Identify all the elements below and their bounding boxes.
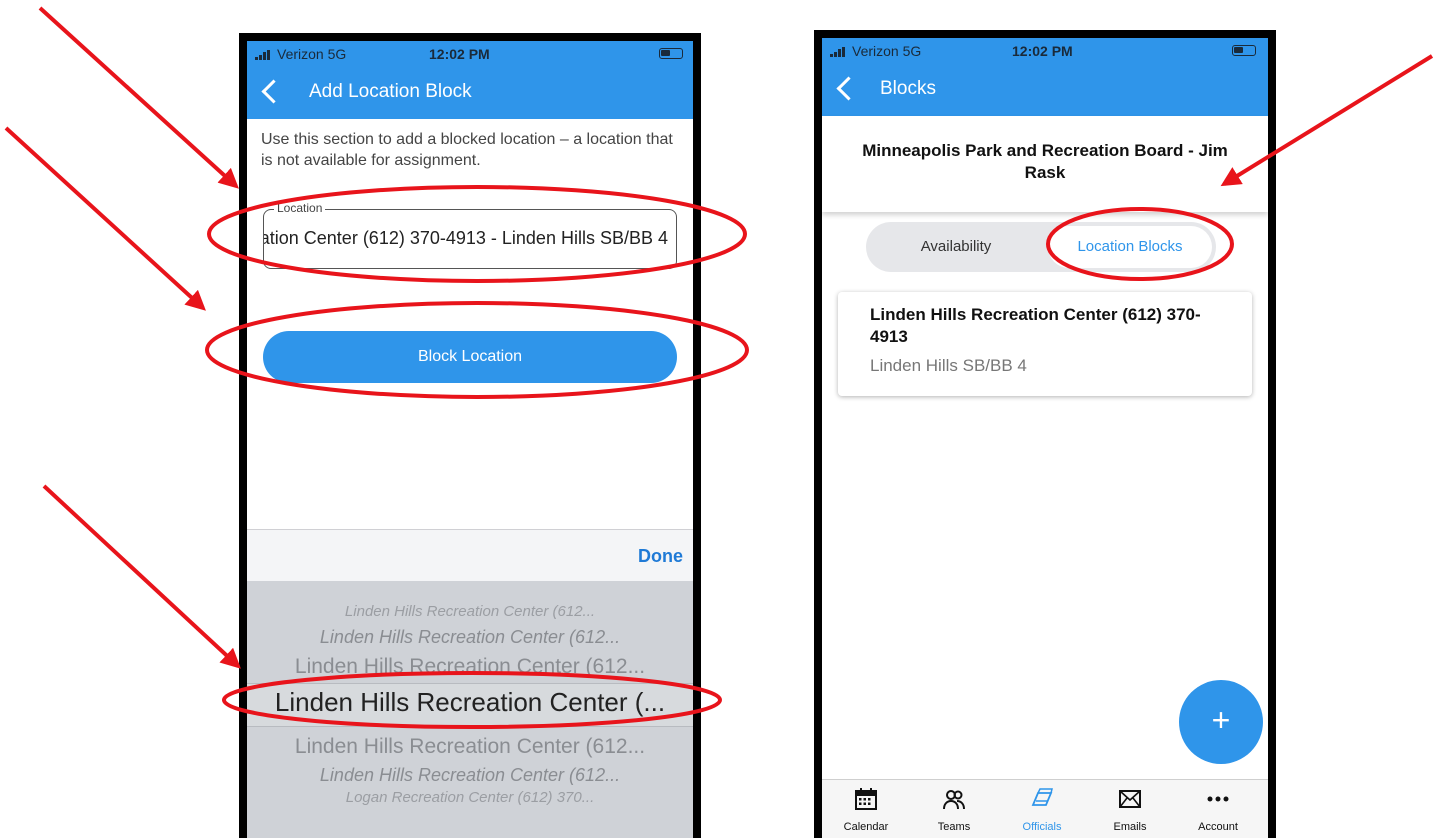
- location-field[interactable]: Location Linden Hills Recreation Center …: [263, 201, 677, 269]
- annotation-arrow: [4, 126, 206, 311]
- picker-toolbar: Done: [247, 529, 693, 582]
- tab-label: Teams: [937, 821, 971, 833]
- block-location-button[interactable]: Block Location: [263, 331, 677, 383]
- add-block-button[interactable]: +: [1179, 680, 1263, 764]
- page-title: Blocks: [880, 78, 936, 99]
- block-card-title: Linden Hills Recreation Center (612) 370…: [870, 305, 1201, 346]
- done-button[interactable]: Done: [638, 546, 683, 567]
- tab-label: Emails: [1113, 821, 1147, 833]
- picker-item[interactable]: Linden Hills Recreation Center (612...: [247, 735, 693, 759]
- right-phone-screen: Verizon 5G 12:02 PM Blocks Minneapolis P…: [822, 38, 1268, 838]
- battery-icon: [1232, 45, 1256, 56]
- chevron-left-icon: [261, 79, 286, 104]
- tab-teams[interactable]: Teams: [910, 780, 998, 838]
- more-icon: [1207, 796, 1229, 802]
- picker-item[interactable]: Logan Recreation Center (612) 370...: [247, 789, 693, 806]
- tab-availability[interactable]: Availability: [866, 222, 1046, 272]
- envelope-icon: [1119, 790, 1141, 808]
- nav-bar: Blocks: [822, 64, 1268, 116]
- whistle-icon: [1031, 788, 1053, 806]
- page-title: Add Location Block: [309, 81, 472, 102]
- tab-label: Calendar: [843, 821, 889, 833]
- status-time: 12:02 PM: [1012, 43, 1073, 59]
- picker-item[interactable]: Linden Hills Recreation Center (612...: [247, 765, 693, 786]
- tab-officials[interactable]: Officials: [998, 780, 1086, 838]
- battery-icon: [659, 48, 683, 59]
- segmented-control: Availability Location Blocks: [866, 222, 1216, 272]
- picker-item-selected[interactable]: Linden Hills Recreation Center (...: [247, 687, 693, 718]
- status-time: 12:02 PM: [429, 46, 490, 62]
- status-bar: Verizon 5G 12:02 PM: [822, 38, 1268, 64]
- bottom-tab-bar: Calendar Teams Officials Emails Account: [822, 779, 1268, 838]
- nav-bar: Add Location Block: [247, 67, 693, 119]
- carrier-label: Verizon 5G: [277, 46, 347, 62]
- picker-item[interactable]: Linden Hills Recreation Center (612...: [247, 627, 693, 648]
- tab-emails[interactable]: Emails: [1086, 780, 1174, 838]
- annotation-arrow: [42, 484, 241, 669]
- location-block-card[interactable]: Linden Hills Recreation Center (612) 370…: [838, 292, 1252, 396]
- chevron-left-icon: [836, 76, 861, 101]
- organization-header: Minneapolis Park and Recreation Board - …: [822, 116, 1268, 212]
- signal-icon: [830, 47, 848, 57]
- picker-item[interactable]: Linden Hills Recreation Center (612...: [247, 603, 693, 620]
- tab-label: Officials: [1022, 821, 1062, 833]
- annotation-arrow: [38, 6, 239, 189]
- block-card-subtitle: Linden Hills SB/BB 4: [870, 356, 1027, 375]
- tab-account[interactable]: Account: [1174, 780, 1262, 838]
- tab-calendar[interactable]: Calendar: [822, 780, 910, 838]
- back-button[interactable]: [259, 77, 286, 107]
- carrier-label: Verizon 5G: [852, 43, 922, 59]
- teams-icon: [943, 790, 965, 810]
- signal-icon: [255, 50, 273, 60]
- calendar-icon: [855, 788, 877, 810]
- tab-label: Account: [1198, 821, 1238, 833]
- back-button[interactable]: [834, 74, 861, 104]
- tab-location-blocks[interactable]: Location Blocks: [1048, 226, 1212, 268]
- picker-item[interactable]: Linden Hills Recreation Center (612...: [247, 655, 693, 679]
- location-picker[interactable]: Linden Hills Recreation Center (612... L…: [247, 581, 693, 838]
- intro-text: Use this section to add a blocked locati…: [261, 131, 673, 169]
- location-field-label: Location: [274, 201, 326, 215]
- right-phone-frame: Verizon 5G 12:02 PM Blocks Minneapolis P…: [814, 30, 1276, 838]
- organization-title: Minneapolis Park and Recreation Board - …: [862, 141, 1228, 182]
- left-phone-frame: Verizon 5G 12:02 PM Add Location Block U…: [239, 33, 701, 838]
- status-bar: Verizon 5G 12:02 PM: [247, 41, 693, 67]
- left-phone-screen: Verizon 5G 12:02 PM Add Location Block U…: [247, 41, 693, 838]
- location-field-value[interactable]: Linden Hills Recreation Center (612) 370…: [264, 228, 668, 249]
